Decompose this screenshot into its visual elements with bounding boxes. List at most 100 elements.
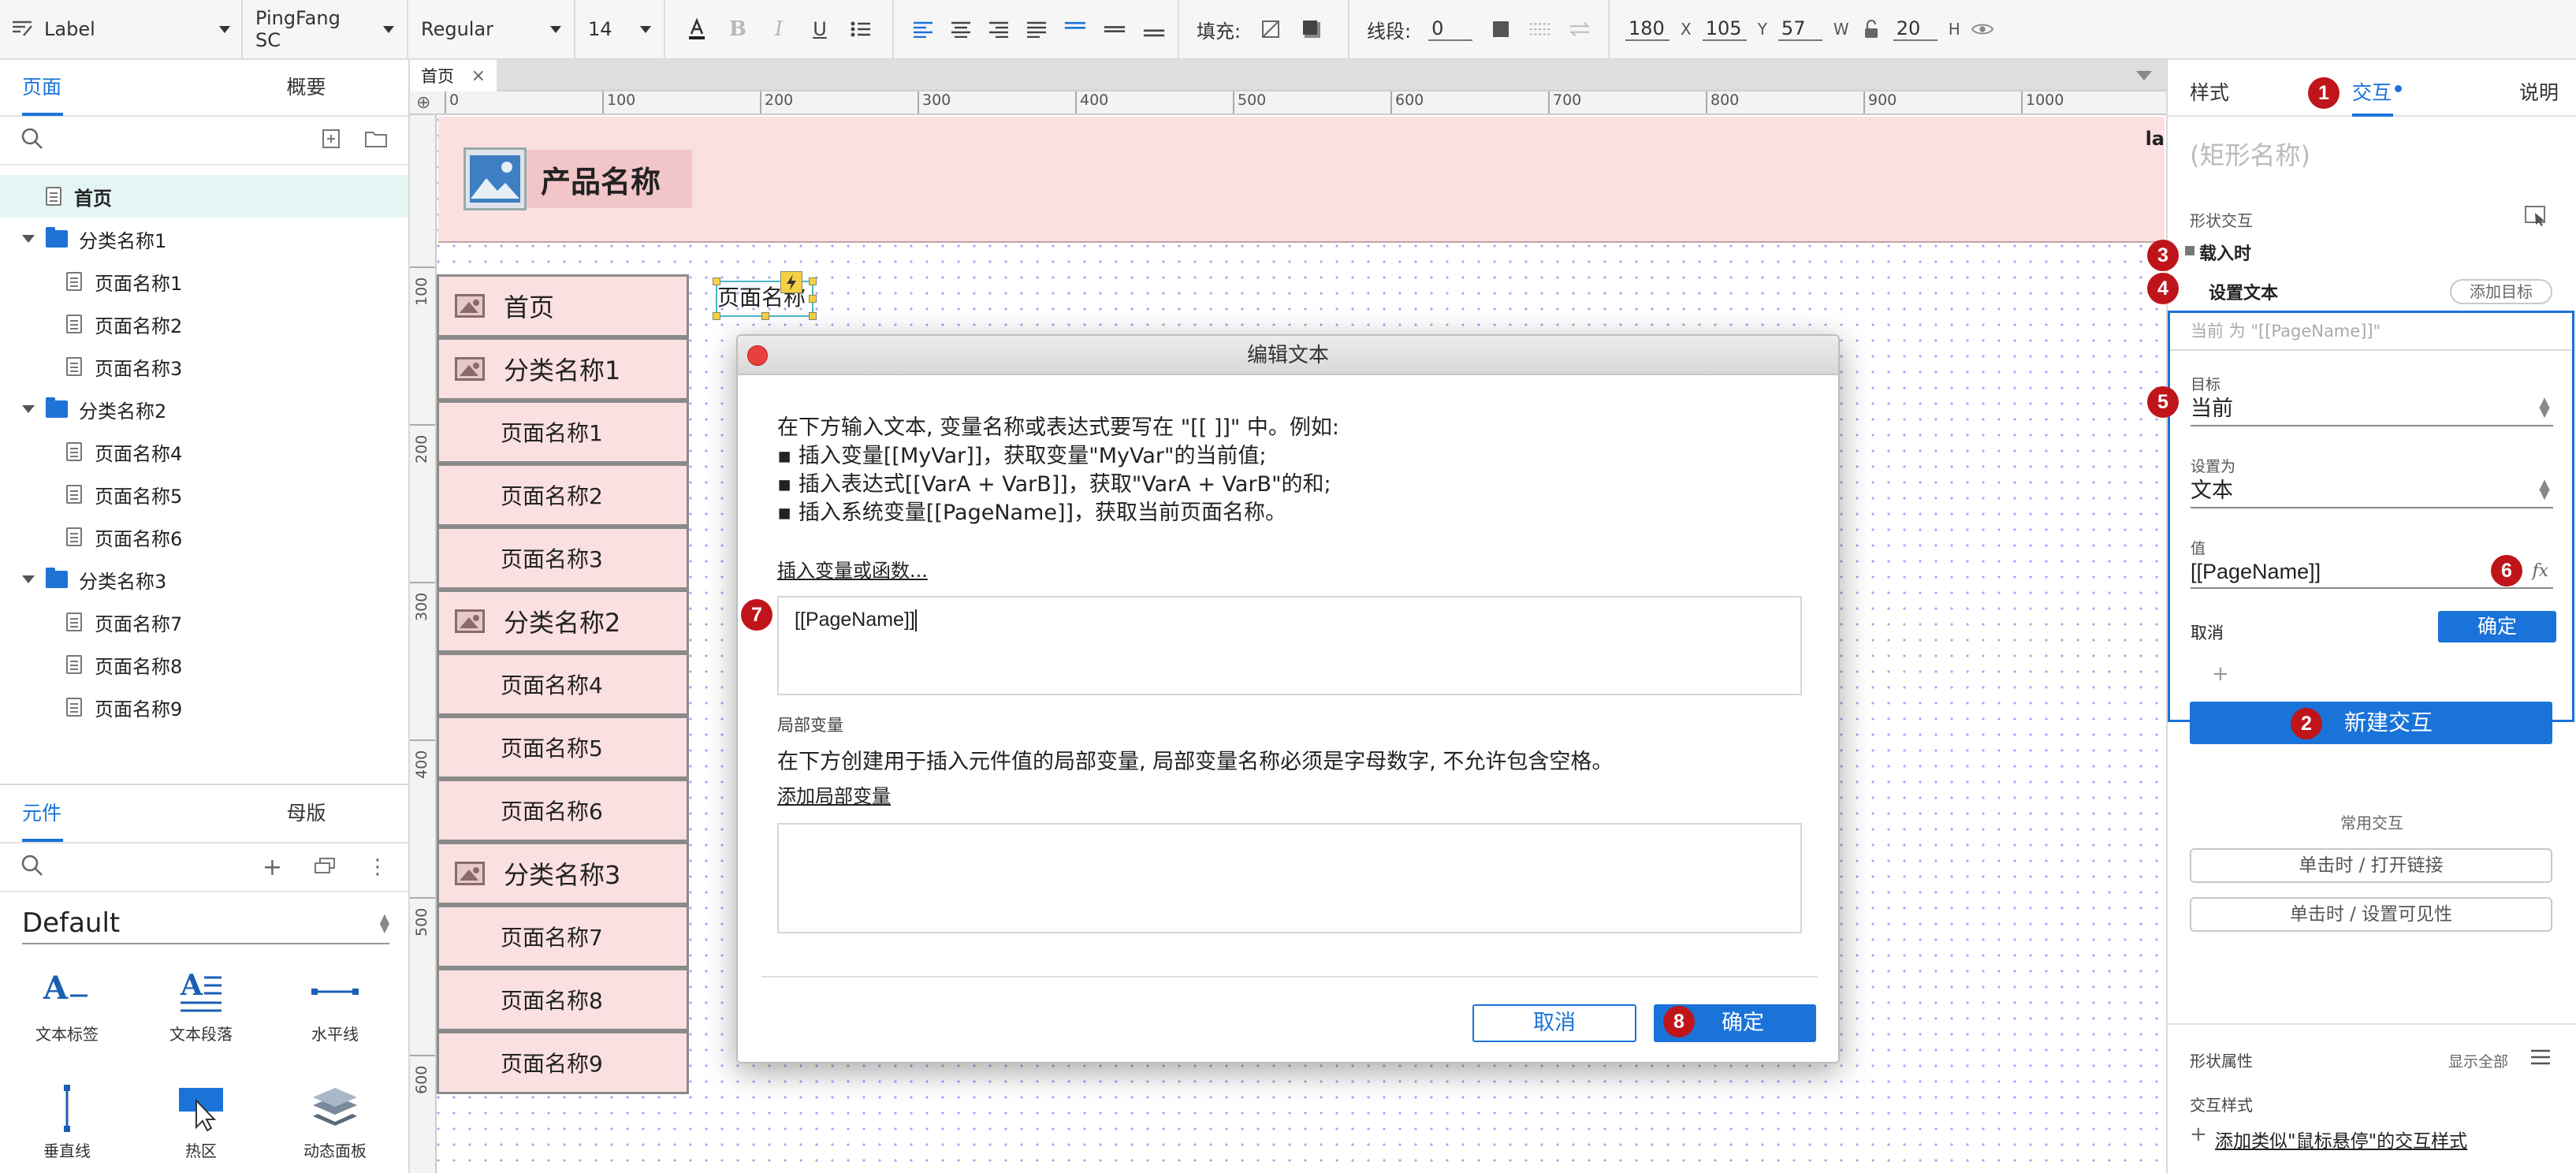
local-var-area[interactable] (777, 823, 1802, 933)
resize-handle[interactable] (713, 277, 720, 285)
fill-none-icon[interactable] (1260, 18, 1282, 40)
add-local-var-link[interactable]: 添加局部变量 (777, 780, 891, 808)
tab-widgets[interactable]: 元件 (0, 785, 204, 842)
align-right-icon[interactable] (988, 18, 1009, 40)
text-editor-area[interactable]: [[PageName]] (777, 596, 1802, 695)
bold-icon[interactable]: B (727, 17, 749, 41)
add-target-button[interactable]: 添加目标 (2450, 279, 2552, 304)
resize-handle[interactable] (809, 312, 817, 320)
common-onclick-visibility-button[interactable]: 单击时 / 设置可见性 (2190, 897, 2552, 932)
align-left-icon[interactable] (913, 18, 933, 40)
target-select[interactable]: 当前 ▲ ▼ (2191, 392, 2553, 426)
tree-page[interactable]: 页面名称3 (0, 345, 408, 388)
align-bottom-icon[interactable] (1143, 18, 1165, 40)
canvas-nav-item[interactable]: 分类名称1 (437, 337, 689, 400)
font-color-icon[interactable] (686, 18, 708, 40)
widget-vertical-line[interactable]: 垂直线 (0, 1078, 134, 1161)
resize-handle[interactable] (809, 277, 817, 285)
x-input[interactable]: 180 (1625, 17, 1670, 41)
canvas-nav-item[interactable]: 页面名称7 (437, 905, 689, 968)
event-on-load[interactable]: 载入时 (2199, 240, 2251, 265)
collapse-icon[interactable] (2185, 246, 2194, 255)
arrow-style-icon[interactable] (1569, 18, 1591, 40)
align-justify-icon[interactable] (1026, 18, 1047, 40)
widget-dynamic-panel[interactable]: 动态面板 (268, 1078, 402, 1161)
bullet-list-icon[interactable] (850, 18, 872, 40)
tab-dropdown-icon[interactable] (2136, 71, 2152, 80)
stroke-pattern-icon[interactable] (1529, 18, 1551, 40)
widget-horizontal-line[interactable]: 水平线 (268, 962, 402, 1045)
lock-icon[interactable] (1860, 18, 1882, 40)
canvas-nav-item[interactable]: 页面名称9 (437, 1031, 689, 1094)
chevron-down-icon[interactable] (22, 235, 35, 243)
tree-page[interactable]: 页面名称4 (0, 430, 408, 473)
chevron-down-icon[interactable] (22, 575, 35, 583)
action-cancel-link[interactable]: 取消 (2191, 620, 2224, 644)
resize-handle[interactable] (713, 312, 720, 320)
common-onclick-link-button[interactable]: 单击时 / 打开链接 (2190, 848, 2552, 883)
interaction-select-icon[interactable] (2524, 205, 2548, 230)
tree-page[interactable]: 页面名称6 (0, 516, 408, 558)
italic-icon[interactable]: I (768, 17, 790, 41)
tree-page[interactable]: 页面名称8 (0, 643, 408, 686)
show-all-link[interactable]: 显示全部 (2448, 1050, 2508, 1071)
w-input[interactable]: 57 (1778, 17, 1822, 41)
more-vertical-icon[interactable]: ⋮ (367, 857, 388, 877)
close-icon[interactable]: × (471, 66, 486, 86)
add-folder-icon[interactable] (364, 129, 388, 151)
tree-folder[interactable]: 分类名称2 (0, 388, 408, 430)
canvas-nav-item[interactable]: 页面名称6 (437, 779, 689, 842)
tree-page[interactable]: 页面名称9 (0, 686, 408, 728)
shape-name-input[interactable]: (矩形名称) (2190, 136, 2310, 172)
library-copy-icon[interactable] (314, 857, 336, 877)
canvas-nav-item[interactable]: 页面名称3 (437, 527, 689, 590)
add-action-icon[interactable]: + (2212, 662, 2229, 686)
canvas-nav-item[interactable]: 首页 (437, 274, 689, 337)
search-icon[interactable] (20, 127, 44, 154)
widget-hotspot[interactable]: 热区 (134, 1078, 268, 1161)
h-input[interactable]: 20 (1893, 17, 1938, 41)
fill-shadow-icon[interactable] (1301, 18, 1323, 40)
search-icon[interactable] (20, 854, 44, 881)
style-selector[interactable]: Label (0, 0, 243, 59)
font-size-select[interactable]: 14 (575, 0, 665, 59)
canvas-nav-item[interactable]: 分类名称3 (437, 842, 689, 905)
widget-text-paragraph[interactable]: A 文本段落 (134, 962, 268, 1045)
align-center-icon[interactable] (951, 18, 971, 40)
tree-page[interactable]: 页面名称1 (0, 260, 408, 303)
align-middle-icon[interactable] (1104, 18, 1126, 40)
stroke-width-input[interactable]: 0 (1428, 17, 1473, 41)
tab-style[interactable]: 样式 (2190, 77, 2229, 106)
insert-variable-link[interactable]: 插入变量或函数... (777, 555, 928, 583)
resize-handle[interactable] (761, 312, 769, 320)
fx-button[interactable]: fx (2532, 554, 2548, 589)
action-set-text[interactable]: 设置文本 (2209, 279, 2278, 304)
add-library-icon[interactable]: + (262, 854, 282, 881)
action-ok-button[interactable]: 确定 (2438, 611, 2556, 642)
lightning-icon[interactable] (780, 271, 802, 293)
header-banner[interactable]: 产品名称 la (438, 117, 2165, 243)
align-top-icon[interactable] (1064, 18, 1086, 40)
tree-page[interactable]: 页面名称5 (0, 473, 408, 516)
chevron-down-icon[interactable] (22, 405, 35, 413)
tab-pages[interactable]: 页面 (0, 59, 204, 116)
canvas-nav-item[interactable]: 页面名称8 (437, 968, 689, 1031)
tree-page[interactable]: 首页 (0, 175, 408, 218)
new-interaction-button[interactable]: 新建交互 (2190, 702, 2552, 744)
widget-text-label[interactable]: A 文本标签 (0, 962, 134, 1045)
font-weight-select[interactable]: Regular (408, 0, 575, 59)
tab-outline[interactable]: 概要 (204, 59, 408, 116)
resize-handle[interactable] (809, 295, 817, 303)
set-to-select[interactable]: 文本 ▲ ▼ (2191, 474, 2553, 508)
stroke-color-icon[interactable] (1490, 18, 1512, 40)
tab-notes[interactable]: 说明 (2519, 77, 2559, 106)
font-family-select[interactable]: PingFang SC (243, 0, 408, 59)
eye-icon[interactable] (1971, 18, 1993, 40)
menu-icon[interactable] (2530, 1048, 2551, 1069)
tree-folder[interactable]: 分类名称3 (0, 558, 408, 601)
dialog-cancel-button[interactable]: 取消 (1472, 1004, 1636, 1042)
canvas-nav-item[interactable]: 页面名称1 (437, 400, 689, 464)
y-input[interactable]: 105 (1702, 17, 1747, 41)
tree-folder[interactable]: 分类名称1 (0, 218, 408, 260)
add-hover-style-link[interactable]: 添加类似"鼠标悬停"的交互样式 (2215, 1126, 2467, 1153)
